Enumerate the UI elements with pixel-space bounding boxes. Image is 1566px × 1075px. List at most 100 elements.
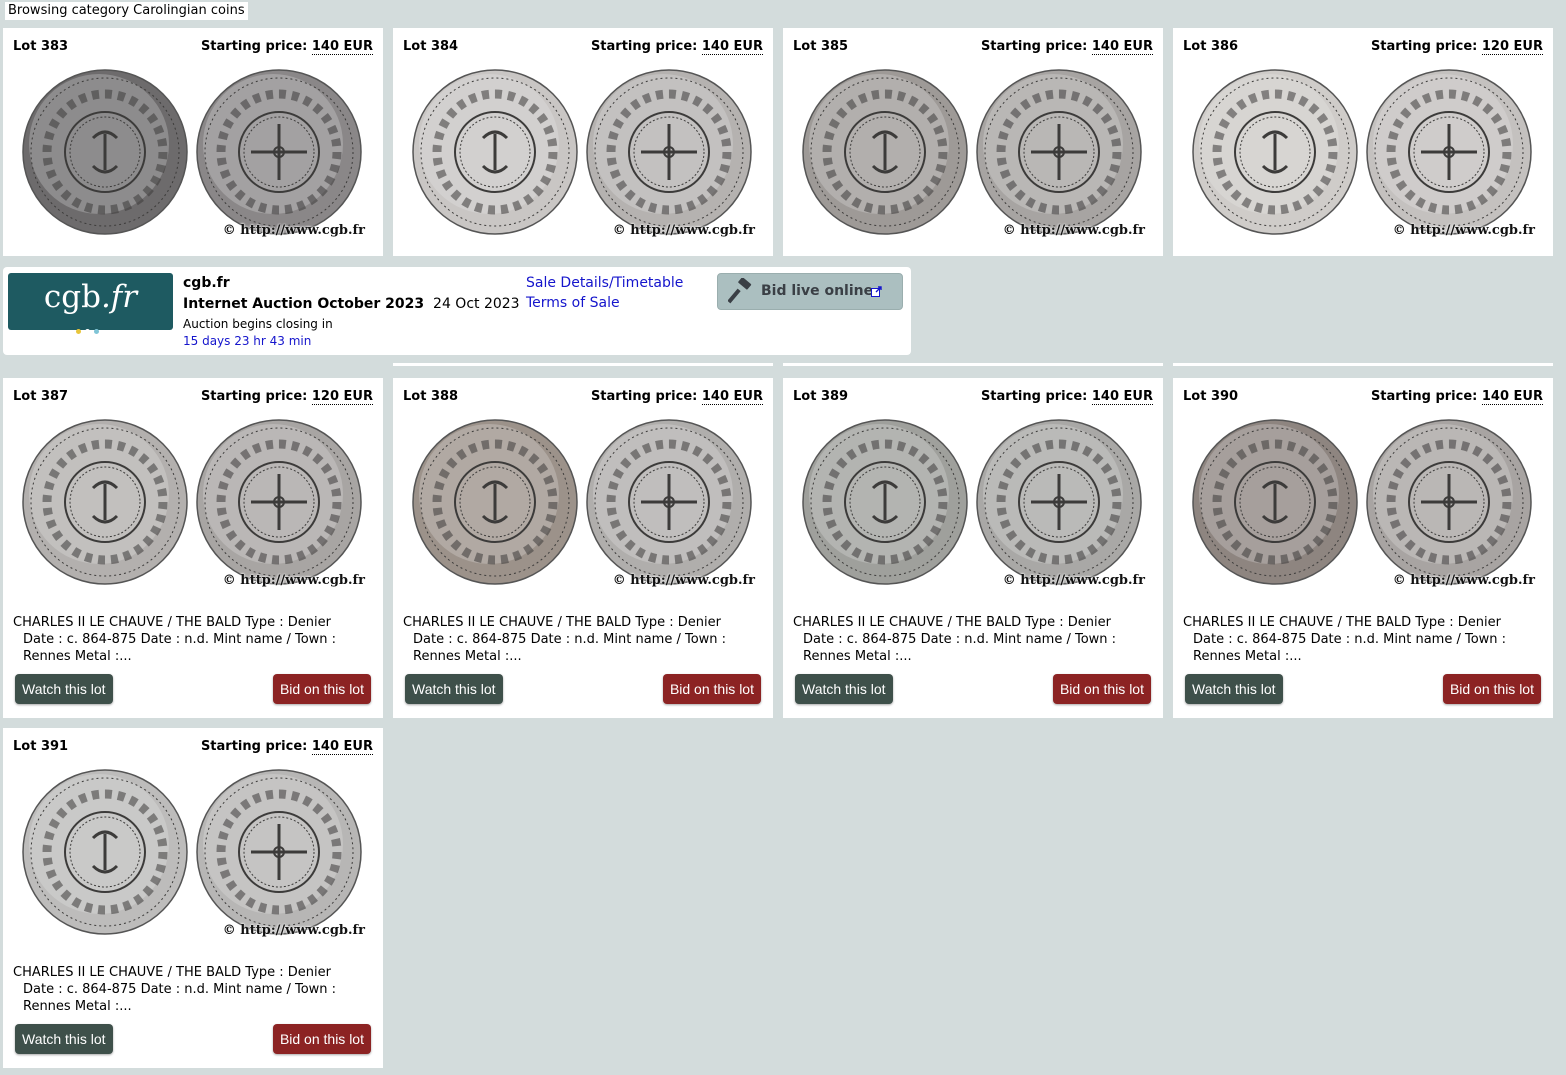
gavel-icon <box>727 277 756 308</box>
desc-line: Rennes Metal :... <box>23 999 132 1014</box>
coin-obverse-image[interactable] <box>801 418 969 586</box>
price-label: Starting price: <box>200 739 308 754</box>
price-label: Starting price: <box>980 39 1088 54</box>
coin-images[interactable]: © http://www.cgb.fr <box>411 416 759 588</box>
price-amount[interactable]: 140 EUR <box>701 389 763 405</box>
lot-description[interactable]: CHARLES II LE CHAUVE / THE BALD Type : D… <box>793 614 1148 665</box>
price-amount[interactable]: 120 EUR <box>1481 39 1543 55</box>
lot-number[interactable]: Lot 384 <box>403 39 458 54</box>
bid-live-button[interactable]: Bid live online <box>717 273 903 310</box>
lot-description[interactable]: CHARLES II LE CHAUVE / THE BALD Type : D… <box>1183 614 1538 665</box>
coin-reverse-image[interactable] <box>1365 68 1533 236</box>
watch-lot-button[interactable]: Watch this lot <box>1185 674 1283 704</box>
desc-line: Date : c. 864-875 Date : n.d. Mint name … <box>23 632 337 647</box>
coin-obverse-image[interactable] <box>21 418 189 586</box>
coin-obverse-image[interactable] <box>1191 68 1359 236</box>
price-amount[interactable]: 140 EUR <box>1091 389 1153 405</box>
price-amount[interactable]: 140 EUR <box>1091 39 1153 55</box>
coin-images[interactable]: © http://www.cgb.fr <box>21 766 369 938</box>
bid-lot-button[interactable]: Bid on this lot <box>662 674 761 704</box>
lot-card[interactable]: Lot 389 Starting price: 140 EUR © http://w… <box>783 378 1163 718</box>
lot-number[interactable]: Lot 388 <box>403 389 458 404</box>
price-label: Starting price: <box>590 389 698 404</box>
starting-price: Starting price: 120 EUR <box>1371 39 1543 55</box>
desc-line: CHARLES II LE CHAUVE / THE BALD Type : D… <box>403 615 721 630</box>
bid-lot-button[interactable]: Bid on this lot <box>272 1024 371 1054</box>
lot-description[interactable]: CHARLES II LE CHAUVE / THE BALD Type : D… <box>13 614 368 665</box>
price-amount[interactable]: 140 EUR <box>311 739 373 755</box>
lot-card[interactable]: Lot 386 Starting price: 120 EUR © http://w… <box>1173 28 1553 256</box>
coin-obverse-image[interactable] <box>21 68 189 236</box>
watch-lot-button[interactable]: Watch this lot <box>15 1024 113 1054</box>
bid-lot-button[interactable]: Bid on this lot <box>1442 674 1541 704</box>
price-amount[interactable]: 140 EUR <box>701 39 763 55</box>
desc-line: CHARLES II LE CHAUVE / THE BALD Type : D… <box>13 965 331 980</box>
lot-number[interactable]: Lot 383 <box>13 39 68 54</box>
card-strip <box>1173 363 1553 366</box>
cgb-logo[interactable]: cgb.fr <box>8 273 173 334</box>
bid-lot-button[interactable]: Bid on this lot <box>1052 674 1151 704</box>
lot-card[interactable]: Lot 385 Starting price: 140 EUR © http://w… <box>783 28 1163 256</box>
lot-number[interactable]: Lot 387 <box>13 389 68 404</box>
lot-card[interactable]: Lot 388 Starting price: 140 EUR © http://w… <box>393 378 773 718</box>
watch-lot-button[interactable]: Watch this lot <box>405 674 503 704</box>
coin-reverse-image[interactable] <box>975 418 1143 586</box>
coin-images[interactable]: © http://www.cgb.fr <box>801 66 1149 238</box>
lot-card[interactable]: Lot 383 Starting price: 140 EUR © http://w… <box>3 28 383 256</box>
coin-reverse-image[interactable] <box>585 68 753 236</box>
starting-price: Starting price: 140 EUR <box>981 389 1153 405</box>
coin-reverse-image[interactable] <box>1365 418 1533 586</box>
coin-obverse-image[interactable] <box>21 768 189 936</box>
starting-price: Starting price: 140 EUR <box>980 39 1153 55</box>
desc-line: Rennes Metal :... <box>23 649 132 664</box>
lot-number[interactable]: Lot 385 <box>793 39 848 54</box>
coin-obverse-image[interactable] <box>411 418 579 586</box>
coin-images[interactable]: © http://www.cgb.fr <box>21 416 369 588</box>
coin-reverse-image[interactable] <box>195 68 363 236</box>
logo-suffix: .fr <box>100 279 138 315</box>
lot-description[interactable]: CHARLES II LE CHAUVE / THE BALD Type : D… <box>403 614 758 665</box>
price-label: Starting price: <box>200 389 308 404</box>
coin-images[interactable]: © http://www.cgb.fr <box>1191 416 1539 588</box>
watch-lot-button[interactable]: Watch this lot <box>795 674 893 704</box>
lot-card[interactable]: Lot 387 Starting price: 120 EUR © http://w… <box>3 378 383 718</box>
coin-images[interactable]: © http://www.cgb.fr <box>1191 66 1539 238</box>
desc-line: Date : c. 864-875 Date : n.d. Mint name … <box>803 632 1117 647</box>
watermark: © http://www.cgb.fr <box>612 223 755 238</box>
price-amount[interactable]: 140 EUR <box>1481 389 1543 405</box>
desc-line: Rennes Metal :... <box>1193 649 1302 664</box>
sale-details-link[interactable]: Sale Details/Timetable <box>526 275 683 291</box>
coin-reverse-image[interactable] <box>975 68 1143 236</box>
terms-of-sale-link[interactable]: Terms of Sale <box>526 295 620 311</box>
coin-obverse-image[interactable] <box>1191 418 1359 586</box>
lot-card[interactable]: Lot 391 Starting price: 140 EUR © http://w… <box>3 728 383 1068</box>
coin-reverse-image[interactable] <box>585 418 753 586</box>
price-amount[interactable]: 120 EUR <box>311 389 373 405</box>
starting-price: Starting price: 140 EUR <box>590 389 763 405</box>
price-label: Starting price: <box>1370 389 1478 404</box>
bid-lot-button[interactable]: Bid on this lot <box>272 674 371 704</box>
lot-number[interactable]: Lot 390 <box>1183 389 1238 404</box>
watermark: © http://www.cgb.fr <box>1392 573 1535 588</box>
coin-obverse-image[interactable] <box>801 68 969 236</box>
watch-lot-button[interactable]: Watch this lot <box>15 674 113 704</box>
coin-images[interactable]: © http://www.cgb.fr <box>801 416 1149 588</box>
lot-description[interactable]: CHARLES II LE CHAUVE / THE BALD Type : D… <box>13 964 368 1015</box>
starting-price: Starting price: 140 EUR <box>200 739 373 755</box>
lot-number[interactable]: Lot 391 <box>13 739 68 754</box>
starting-price: Starting price: 140 EUR <box>1370 389 1543 405</box>
price-amount[interactable]: 140 EUR <box>311 39 373 55</box>
coin-reverse-image[interactable] <box>195 418 363 586</box>
lot-number[interactable]: Lot 386 <box>1183 39 1238 54</box>
lot-card[interactable]: Lot 390 Starting price: 140 EUR © http://w… <box>1173 378 1553 718</box>
lot-card[interactable]: Lot 384 Starting price: 140 EUR © http://w… <box>393 28 773 256</box>
coin-obverse-image[interactable] <box>411 68 579 236</box>
lot-number[interactable]: Lot 389 <box>793 389 848 404</box>
coin-images[interactable]: © http://www.cgb.fr <box>411 66 759 238</box>
site-name: cgb.fr <box>183 275 230 291</box>
starting-price: Starting price: 140 EUR <box>591 39 763 55</box>
watermark: © http://www.cgb.fr <box>612 573 755 588</box>
coin-reverse-image[interactable] <box>195 768 363 936</box>
coin-images[interactable]: © http://www.cgb.fr <box>21 66 369 238</box>
auction-title-line: Internet Auction October 2023 24 Oct 202… <box>183 296 520 312</box>
